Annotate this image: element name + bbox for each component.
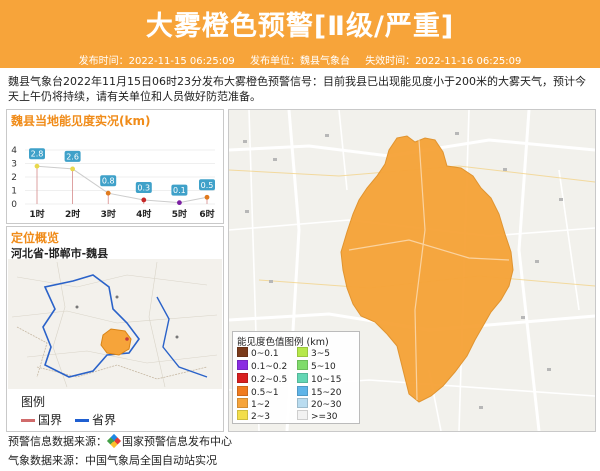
source-value[interactable]: 国家预警信息发布中心 (122, 435, 232, 448)
location-legend: 图例 国界 省界 (13, 393, 223, 431)
y-tick-label: 1 (11, 187, 17, 197)
location-legend-title: 图例 (21, 395, 46, 409)
data-label: 0.8 (102, 177, 115, 186)
legend-item-national-border: 国界 (21, 411, 62, 428)
legend-swatch (237, 410, 248, 420)
y-tick-label: 4 (11, 146, 17, 156)
legend-item-10: 20~30 (297, 398, 341, 410)
weather-value: 中国气象局全国自动站实况 (85, 454, 217, 467)
x-tick-label: 6时 (199, 208, 214, 220)
data-point (204, 194, 210, 200)
x-tick-label: 5时 (172, 208, 187, 220)
source-label: 预警信息数据来源： (8, 435, 107, 448)
warning-meta: 发布时间：2022-11-15 06:25:09 发布单位：魏县气象台 失效时间… (0, 52, 600, 67)
map-legend-title: 能见度色值图例 (km) (237, 337, 329, 348)
legend-swatch (237, 398, 248, 408)
map-legend: 能见度色值图例 (km) 0~0.1 0.1~0.2 0.2~0.5 0.5~1… (232, 331, 360, 424)
data-point (70, 166, 75, 172)
warning-header: 大雾橙色预警[Ⅱ级/严重] 发布时间：2022-11-15 06:25:09 发… (0, 0, 600, 68)
legend-swatch (237, 386, 248, 396)
x-tick-label: 3时 (101, 208, 116, 220)
visibility-series-line (36, 165, 208, 204)
legend-swatch (297, 386, 308, 396)
legend-swatch (237, 360, 248, 370)
warning-center-logo-icon (106, 433, 122, 449)
data-label: 0.3 (137, 183, 150, 192)
data-point (34, 163, 40, 169)
expire-time: 失效时间：2022-11-16 06:25:09 (365, 56, 522, 67)
y-tick-label: 2 (11, 173, 17, 183)
legend-item-3: 0.5~1 (237, 386, 279, 398)
legend-swatch (297, 347, 308, 357)
footer-weather-source: 气象数据来源：中国气象局全国自动站实况 (8, 452, 217, 468)
legend-swatch (297, 360, 308, 370)
province-border-line-icon (75, 419, 89, 422)
data-label: 2.8 (31, 150, 44, 159)
weather-label: 气象数据来源： (8, 454, 85, 467)
national-border-line-icon (21, 419, 35, 422)
data-point (105, 190, 111, 196)
legend-item-province-border: 省界 (75, 411, 116, 428)
legend-swatch (237, 373, 248, 383)
legend-item-2: 0.2~0.5 (237, 373, 287, 385)
legend-item-0: 0~0.1 (237, 347, 279, 359)
publisher: 发布单位：魏县气象台 (250, 56, 350, 67)
legend-item-8: 10~15 (297, 373, 341, 385)
y-tick-label: 0 (11, 200, 17, 210)
legend-item-6: 3~5 (297, 347, 330, 359)
legend-swatch (237, 347, 248, 357)
legend-swatch (297, 373, 308, 383)
visibility-panel: 魏县当地能见度实况(km) 0 1 2 3 4 2.8 1时 2.6 2时 0.8 3时 0.3 4时 0… (6, 109, 224, 224)
warning-title: 大雾橙色预警[Ⅱ级/严重] (145, 11, 455, 42)
data-label: 0.5 (201, 181, 214, 190)
data-point (177, 200, 182, 206)
x-tick-label: 4时 (136, 208, 151, 220)
legend-item-11: >=30 (297, 410, 338, 422)
legend-swatch (297, 410, 308, 420)
data-label: 2.6 (66, 152, 79, 161)
location-panel: 定位概览 河北省-邯郸市-魏县 图例 国界 省界 (6, 226, 224, 432)
footer-warning-source: 预警信息数据来源： 国家预警信息发布中心 (8, 433, 232, 449)
data-label: 0.1 (173, 186, 186, 195)
data-point (141, 197, 147, 203)
x-tick-label: 1时 (29, 208, 44, 220)
legend-item-7: 5~10 (297, 360, 336, 372)
publish-time: 发布时间：2022-11-15 06:25:09 (78, 56, 235, 67)
x-tick-label: 2时 (65, 208, 80, 220)
warning-description: 魏县气象台2022年11月15日06时23分发布大雾橙色预警信号：目前我县已出现… (8, 75, 586, 103)
visibility-chart: 0 1 2 3 4 2.8 1时 2.6 2时 0.8 3时 0.3 4时 0.1 5时 0.5 6时 (11, 146, 215, 220)
legend-swatch (297, 398, 308, 408)
legend-item-9: 15~20 (297, 386, 341, 398)
legend-item-4: 1~2 (237, 398, 270, 410)
y-tick-label: 3 (11, 160, 17, 170)
legend-item-5: 2~3 (237, 410, 270, 422)
legend-item-1: 0.1~0.2 (237, 360, 287, 372)
